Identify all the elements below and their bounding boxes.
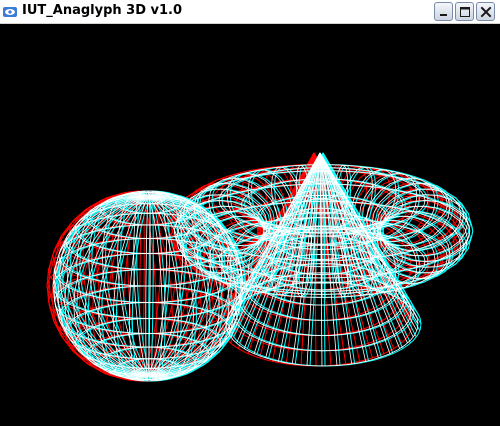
torus-ring — [379, 199, 471, 263]
window-title: IUT_Anaglyph 3D v1.0 — [22, 3, 183, 18]
app-window-icon[interactable] — [2, 4, 18, 20]
close-icon — [480, 6, 492, 18]
close-button[interactable] — [476, 2, 495, 21]
minimize-button[interactable] — [434, 2, 453, 21]
maximize-icon — [460, 7, 470, 17]
app-window: IUT_Anaglyph 3D v1.0 — [0, 0, 500, 426]
title-bar[interactable]: IUT_Anaglyph 3D v1.0 — [0, 0, 500, 24]
3d-viewport[interactable] — [0, 24, 500, 426]
maximize-button[interactable] — [455, 2, 474, 21]
anaglyph-scene — [46, 152, 474, 382]
minimize-icon — [440, 14, 447, 16]
